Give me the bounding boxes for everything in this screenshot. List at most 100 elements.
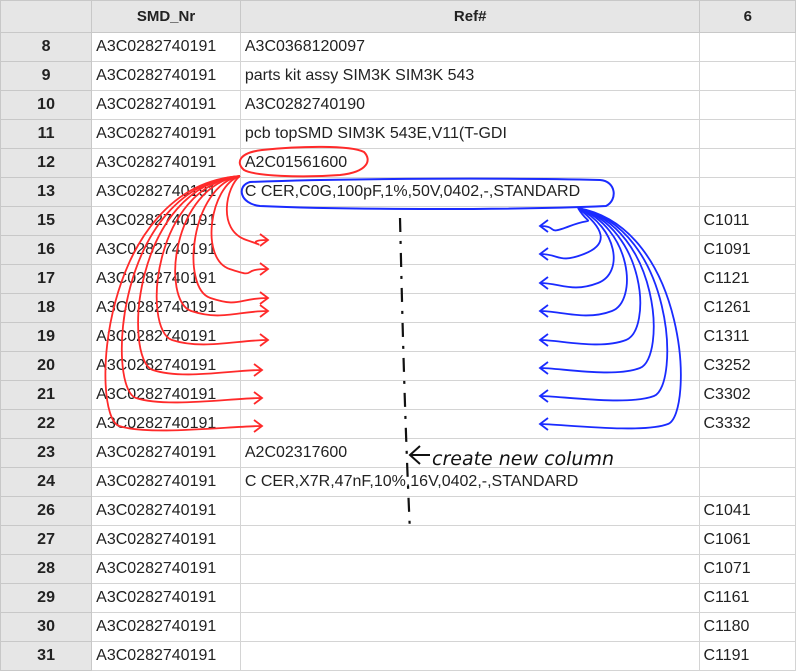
cell-ref[interactable] (239, 525, 701, 555)
cell-col-6[interactable] (699, 32, 796, 62)
row-header[interactable]: 30 (0, 612, 93, 642)
row-header[interactable]: 28 (0, 554, 93, 584)
column-header-6[interactable]: 6 (699, 0, 796, 33)
cell-smd-nr[interactable]: A3C0282740191 (91, 438, 241, 468)
table-row: 24 A3C0282740191 C CER,X7R,47nF,10%,16V,04… (0, 467, 796, 497)
table-row: 9 A3C0282740191 parts kit assy SIM3K SIM3K… (0, 61, 796, 91)
select-all-corner[interactable] (0, 0, 93, 33)
cell-ref[interactable]: C CER,C0G,100pF,1%,50V,0402,-,STANDARD (239, 177, 701, 207)
cell-smd-nr[interactable]: A3C0282740191 (91, 554, 241, 584)
cell-col-6[interactable] (699, 438, 796, 468)
cell-smd-nr[interactable]: A3C0282740191 (91, 322, 241, 352)
cell-ref[interactable] (239, 235, 701, 265)
cell-ref[interactable] (239, 612, 701, 642)
row-header[interactable]: 23 (0, 438, 93, 468)
cell-smd-nr[interactable]: A3C0282740191 (91, 583, 241, 613)
row-header[interactable]: 22 (0, 409, 93, 439)
cell-ref[interactable]: A2C01561600 (239, 148, 701, 178)
row-header[interactable]: 31 (0, 641, 93, 671)
row-header[interactable]: 20 (0, 351, 93, 381)
cell-col-6[interactable]: C1071 (699, 554, 796, 584)
cell-ref[interactable] (239, 554, 701, 584)
cell-smd-nr[interactable]: A3C0282740191 (91, 206, 241, 236)
cell-col-6[interactable]: C1311 (699, 322, 796, 352)
cell-ref[interactable]: parts kit assy SIM3K SIM3K 543 (239, 61, 701, 91)
cell-smd-nr[interactable]: A3C0282740191 (91, 293, 241, 323)
cell-col-6[interactable]: C3332 (699, 409, 796, 439)
cell-ref[interactable] (239, 351, 701, 381)
table-row: 19 A3C0282740191 C1311 (0, 322, 796, 352)
cell-smd-nr[interactable]: A3C0282740191 (91, 119, 241, 149)
cell-ref[interactable]: pcb topSMD SIM3K 543E,V11(T-GDI (239, 119, 701, 149)
cell-col-6[interactable]: C1121 (699, 264, 796, 294)
cell-col-6[interactable]: C3252 (699, 351, 796, 381)
cell-col-6[interactable]: C3302 (699, 380, 796, 410)
row-header[interactable]: 27 (0, 525, 93, 555)
cell-col-6[interactable] (699, 90, 796, 120)
table-row: 28 A3C0282740191 C1071 (0, 554, 796, 584)
cell-smd-nr[interactable]: A3C0282740191 (91, 467, 241, 497)
cell-smd-nr[interactable]: A3C0282740191 (91, 264, 241, 294)
row-header[interactable]: 21 (0, 380, 93, 410)
row-header[interactable]: 10 (0, 90, 93, 120)
cell-ref[interactable]: A2C02317600 (239, 438, 701, 468)
cell-col-6[interactable]: C1180 (699, 612, 796, 642)
cell-ref[interactable] (239, 264, 701, 294)
cell-col-6[interactable] (699, 119, 796, 149)
row-header[interactable]: 15 (0, 206, 93, 236)
cell-ref[interactable] (239, 293, 701, 323)
cell-smd-nr[interactable]: A3C0282740191 (91, 61, 241, 91)
cell-col-6[interactable]: C1041 (699, 496, 796, 526)
cell-smd-nr[interactable]: A3C0282740191 (91, 409, 241, 439)
cell-smd-nr[interactable]: A3C0282740191 (91, 32, 241, 62)
cell-ref[interactable]: C CER,X7R,47nF,10%,16V,0402,-,STANDARD (239, 467, 701, 497)
cell-col-6[interactable] (699, 148, 796, 178)
cell-smd-nr[interactable]: A3C0282740191 (91, 148, 241, 178)
cell-smd-nr[interactable]: A3C0282740191 (91, 90, 241, 120)
cell-smd-nr[interactable]: A3C0282740191 (91, 380, 241, 410)
cell-ref[interactable] (239, 206, 701, 236)
cell-ref[interactable]: A3C0282740190 (239, 90, 701, 120)
cell-ref[interactable] (239, 496, 701, 526)
column-header-ref[interactable]: Ref# (239, 0, 701, 33)
cell-smd-nr[interactable]: A3C0282740191 (91, 641, 241, 671)
cell-col-6[interactable]: C1061 (699, 525, 796, 555)
table-row: 23 A3C0282740191 A2C02317600 (0, 438, 796, 468)
table-row: 31 A3C0282740191 C1191 (0, 641, 796, 671)
cell-col-6[interactable]: C1261 (699, 293, 796, 323)
cell-ref[interactable] (239, 409, 701, 439)
cell-smd-nr[interactable]: A3C0282740191 (91, 235, 241, 265)
cell-ref[interactable]: A3C0368120097 (239, 32, 701, 62)
row-header[interactable]: 26 (0, 496, 93, 526)
cell-smd-nr[interactable]: A3C0282740191 (91, 612, 241, 642)
cell-smd-nr[interactable]: A3C0282740191 (91, 351, 241, 381)
row-header[interactable]: 13 (0, 177, 93, 207)
cell-ref[interactable] (239, 380, 701, 410)
table-row: 13 A3C0282740191 C CER,C0G,100pF,1%,50V,04… (0, 177, 796, 207)
cell-col-6[interactable] (699, 61, 796, 91)
cell-col-6[interactable] (699, 467, 796, 497)
cell-col-6[interactable] (699, 177, 796, 207)
row-header[interactable]: 8 (0, 32, 93, 62)
row-header[interactable]: 24 (0, 467, 93, 497)
row-header[interactable]: 17 (0, 264, 93, 294)
cell-col-6[interactable]: C1191 (699, 641, 796, 671)
row-header[interactable]: 29 (0, 583, 93, 613)
cell-ref[interactable] (239, 641, 701, 671)
cell-col-6[interactable]: C1091 (699, 235, 796, 265)
cell-smd-nr[interactable]: A3C0282740191 (91, 177, 241, 207)
cell-ref[interactable] (239, 322, 701, 352)
row-header[interactable]: 12 (0, 148, 93, 178)
cell-col-6[interactable]: C1011 (699, 206, 796, 236)
row-header[interactable]: 18 (0, 293, 93, 323)
column-header-smd-nr[interactable]: SMD_Nr (91, 0, 241, 33)
row-header[interactable]: 19 (0, 322, 93, 352)
column-header-row: SMD_Nr Ref# 6 (0, 0, 796, 33)
row-header[interactable]: 16 (0, 235, 93, 265)
cell-col-6[interactable]: C1161 (699, 583, 796, 613)
cell-ref[interactable] (239, 583, 701, 613)
cell-smd-nr[interactable]: A3C0282740191 (91, 496, 241, 526)
row-header[interactable]: 9 (0, 61, 93, 91)
cell-smd-nr[interactable]: A3C0282740191 (91, 525, 241, 555)
row-header[interactable]: 11 (0, 119, 93, 149)
